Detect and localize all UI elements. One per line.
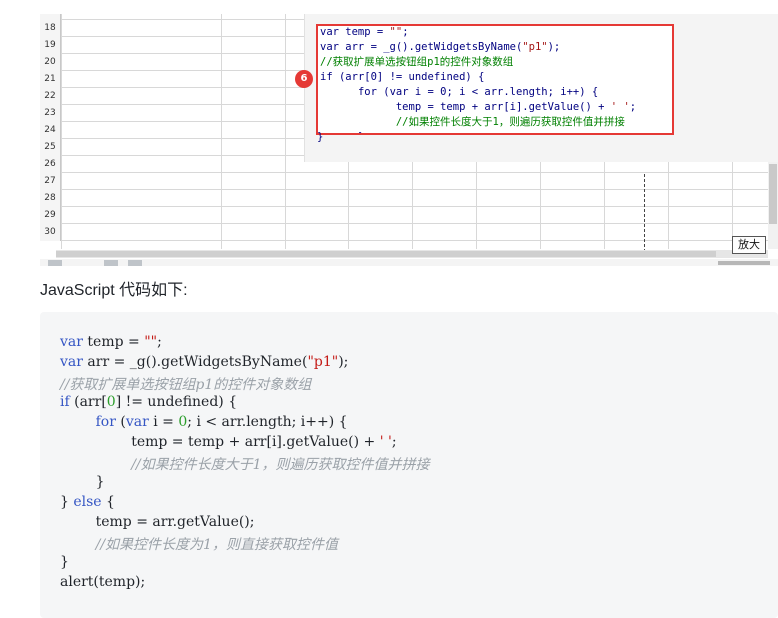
grid-column-line — [61, 14, 62, 249]
code-line: } else { — [60, 494, 115, 510]
vertical-scrollbar-thumb[interactable] — [769, 164, 777, 224]
code-line: for (var i = 0; i < arr.length; i++) { — [95, 414, 348, 430]
row-number: 29 — [40, 207, 61, 224]
add-sheet-icon[interactable] — [104, 260, 118, 266]
code-line: temp = temp + arr[i].getValue() + ' '; — [60, 434, 397, 450]
editor-code-line: } — [320, 130, 364, 133]
grid-row[interactable]: 29 — [40, 207, 768, 224]
editor-code-line: var arr = _g().getWidgetsByName("p1"); — [320, 41, 561, 53]
code-block: var temp = ""; var arr = _g().getWidgetsB… — [40, 312, 778, 618]
code-line: if (arr[0] != undefined) { — [60, 394, 238, 410]
code-line: //如果控件长度大于1，则遍历获取控件值并拼接 — [131, 457, 430, 473]
grid-row[interactable]: 30 — [40, 224, 768, 241]
row-number: 25 — [40, 139, 61, 156]
editor-code-line: for (var i = 0; i < arr.length; i++) { — [357, 86, 599, 98]
row-number: 21 — [40, 71, 61, 88]
grid-row[interactable]: 27 — [40, 173, 768, 190]
row-number: 18 — [40, 20, 61, 37]
zoom-button[interactable]: 放大 — [732, 236, 766, 254]
row-number: 20 — [40, 54, 61, 71]
section-heading: JavaScript 代码如下: — [40, 282, 188, 299]
sheet-list-icon[interactable] — [128, 260, 142, 266]
sheet-nav-icon[interactable] — [48, 260, 62, 266]
row-number: 30 — [40, 224, 61, 241]
editor-code-line: var temp = ""; — [320, 26, 409, 38]
editor-code-line: //获取扩展单选按钮组p1的控件对象数组 — [320, 56, 514, 68]
code-line: temp = arr.getValue(); — [60, 514, 255, 530]
grid-column-line — [285, 14, 286, 249]
grid-column-line — [221, 14, 222, 249]
code-line: var arr = _g().getWidgetsByName("p1"); — [60, 354, 349, 370]
highlighted-code-region: var temp = ""; var arr = _g().getWidgetsB… — [316, 24, 674, 135]
step-badge: 6 — [295, 70, 313, 88]
row-number: 24 — [40, 122, 61, 139]
horizontal-scrollbar[interactable] — [56, 250, 768, 258]
code-line: } — [60, 554, 69, 570]
code-line: var temp = ""; — [60, 334, 162, 350]
designer-screenshot: 1718192021222324252627282930 放大 var temp… — [40, 14, 778, 266]
code-line: //如果控件长度为1，则直接获取控件值 — [95, 537, 338, 553]
code-closing-brace: } — [317, 131, 324, 143]
editor-code-line: temp = temp + arr[i].getValue() + ' '; — [320, 101, 637, 113]
row-number: 23 — [40, 105, 61, 122]
sheet-tab-strip — [40, 259, 778, 266]
row-number: 22 — [40, 88, 61, 105]
grid-row[interactable]: 28 — [40, 190, 768, 207]
code-line: alert(temp); — [60, 574, 146, 590]
status-bar-indicator — [718, 261, 770, 265]
editor-code-line: //如果控件长度大于1，则遍历获取控件值并拼接 — [395, 116, 625, 128]
horizontal-scrollbar-thumb[interactable] — [56, 251, 716, 257]
row-number: 19 — [40, 37, 61, 54]
editor-code-line: if (arr[0] != undefined) { — [320, 71, 485, 83]
code-line: //获取扩展单选按钮组p1的控件对象数组 — [60, 377, 312, 393]
row-number: 28 — [40, 190, 61, 207]
code-line: } — [60, 474, 105, 490]
row-number: 26 — [40, 156, 61, 173]
page-break-line — [644, 174, 645, 252]
row-number: 27 — [40, 173, 61, 190]
